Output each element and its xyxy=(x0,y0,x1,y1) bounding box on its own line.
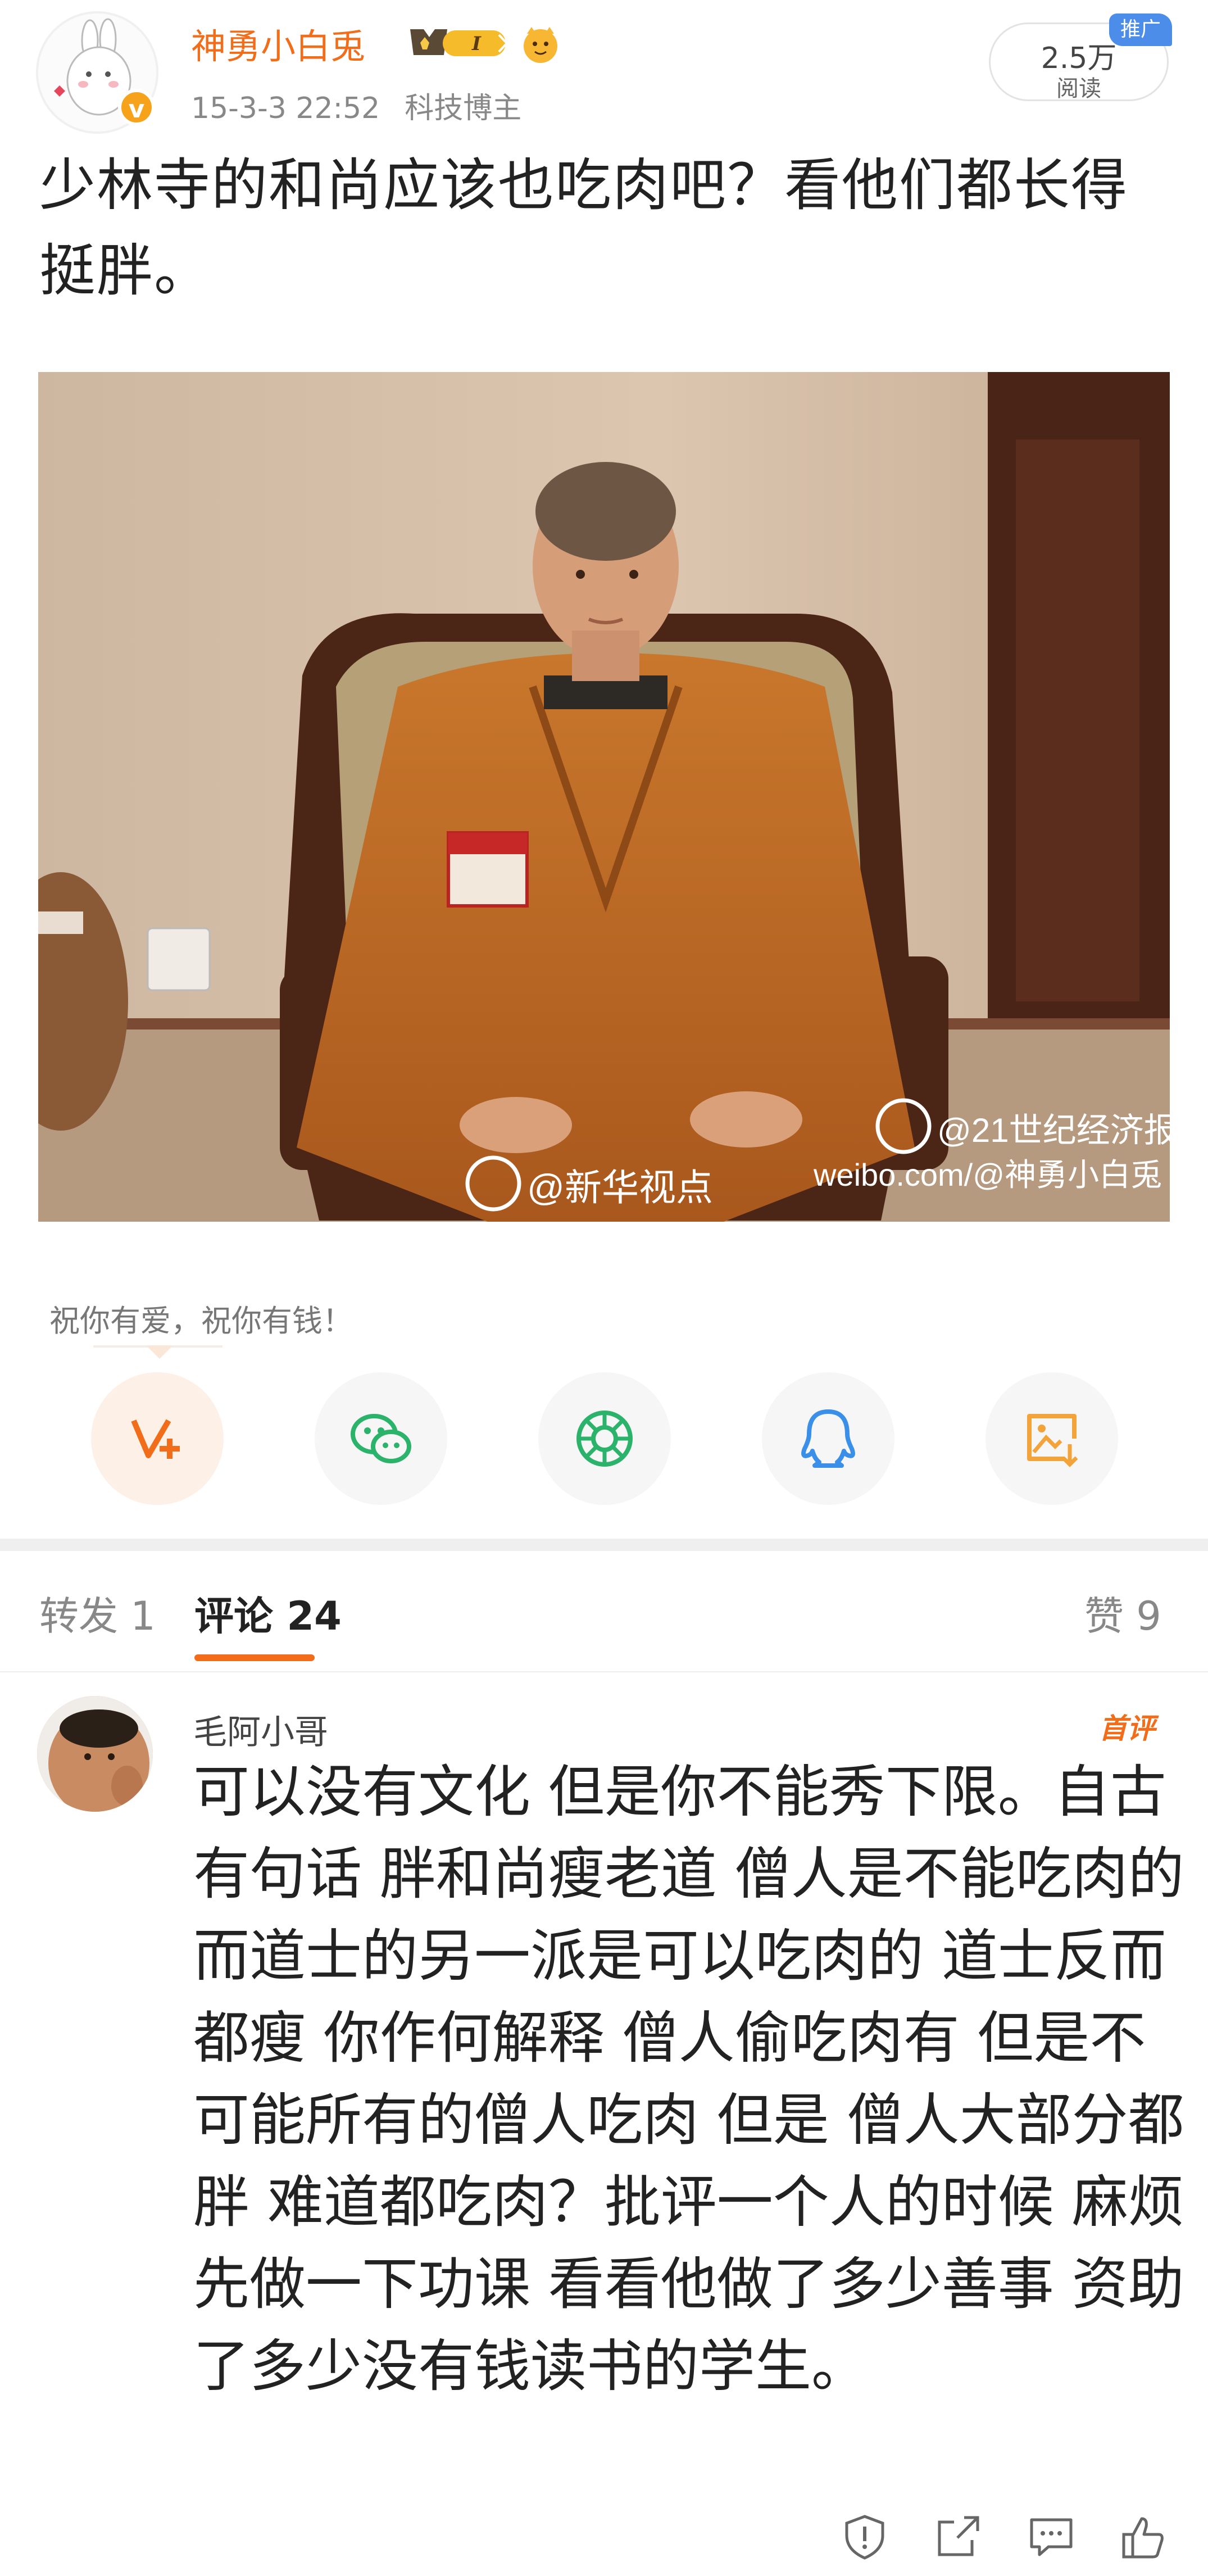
weibo-vplus-icon xyxy=(131,1419,180,1459)
section-divider xyxy=(0,1539,1208,1551)
promo-tag: 推广 xyxy=(1109,13,1172,46)
save-image-icon xyxy=(1027,1414,1078,1467)
member-level-text: I xyxy=(471,33,482,55)
share-wechat-button[interactable] xyxy=(315,1372,447,1505)
read-label: 阅读 xyxy=(1056,76,1101,102)
share-qq-button[interactable] xyxy=(762,1372,894,1505)
reply-button[interactable] xyxy=(1026,2512,1077,2563)
share-hint: 祝你有爱，祝你有钱！ xyxy=(49,1303,353,1339)
tab-active-indicator xyxy=(194,1654,315,1661)
tab-comments[interactable]: 评论 24 xyxy=(194,1585,342,1641)
qq-icon xyxy=(801,1409,855,1468)
first-comment-badge: 首评 xyxy=(1099,1712,1155,1745)
like-icon xyxy=(1122,2517,1164,2559)
moments-icon xyxy=(576,1411,633,1467)
post-text: 少林寺的和尚应该也吃肉吧？看他们都长得挺胖。 xyxy=(39,152,1128,303)
share-hint-caret xyxy=(146,1345,173,1359)
report-button[interactable] xyxy=(839,2512,890,2563)
member-level-badge[interactable]: I xyxy=(406,24,512,63)
reply-icon xyxy=(1030,2518,1073,2556)
comment-text: 可以没有文化 但是你不能秀下限。自古有句话 胖和尚瘦老道 僧人是不能吃肉的 而道… xyxy=(193,1759,1184,2399)
watermark-xinhua: @新华视点 xyxy=(527,1167,713,1208)
post-photo[interactable]: @新华视点 @21世纪经济报道 weibo.com/@神勇小白兎 xyxy=(38,372,1170,1222)
report-icon xyxy=(845,2515,884,2560)
tab-repost[interactable]: 转发 1 xyxy=(39,1585,156,1641)
tab-likes[interactable]: 赞 9 xyxy=(1084,1585,1161,1641)
tab-divider xyxy=(0,1671,1208,1672)
like-button[interactable] xyxy=(1118,2512,1169,2563)
monk-photo-image: @新华视点 @21世纪经济报道 weibo.com/@神勇小白兎 xyxy=(38,372,1170,1222)
wechat-icon xyxy=(351,1414,411,1463)
commenter-avatar[interactable] xyxy=(37,1696,153,1812)
author-name[interactable]: 神勇小白兎 xyxy=(191,18,365,69)
share-moments-button[interactable] xyxy=(538,1372,671,1505)
commenter-name[interactable]: 毛阿小哥 xyxy=(193,1705,328,1754)
author-category: 科技博主 xyxy=(405,92,522,125)
emoji-face-icon xyxy=(519,24,562,66)
forward-icon xyxy=(938,2516,979,2556)
watermark-21cn: @21世纪经济报道 xyxy=(937,1112,1170,1149)
post-date: 15-3-3 22:52 xyxy=(191,92,380,125)
commenter-photo-image xyxy=(37,1696,153,1812)
share-weibo-button[interactable] xyxy=(91,1372,224,1505)
watermark-weibo-url: weibo.com/@神勇小白兎 xyxy=(813,1157,1162,1192)
forward-button[interactable] xyxy=(933,2512,983,2563)
save-image-button[interactable] xyxy=(986,1372,1118,1505)
post-meta: 15-3-3 22:52 科技博主 xyxy=(191,84,546,126)
verified-badge-icon: v xyxy=(118,89,155,126)
crown-badge-icon: I xyxy=(410,29,508,56)
